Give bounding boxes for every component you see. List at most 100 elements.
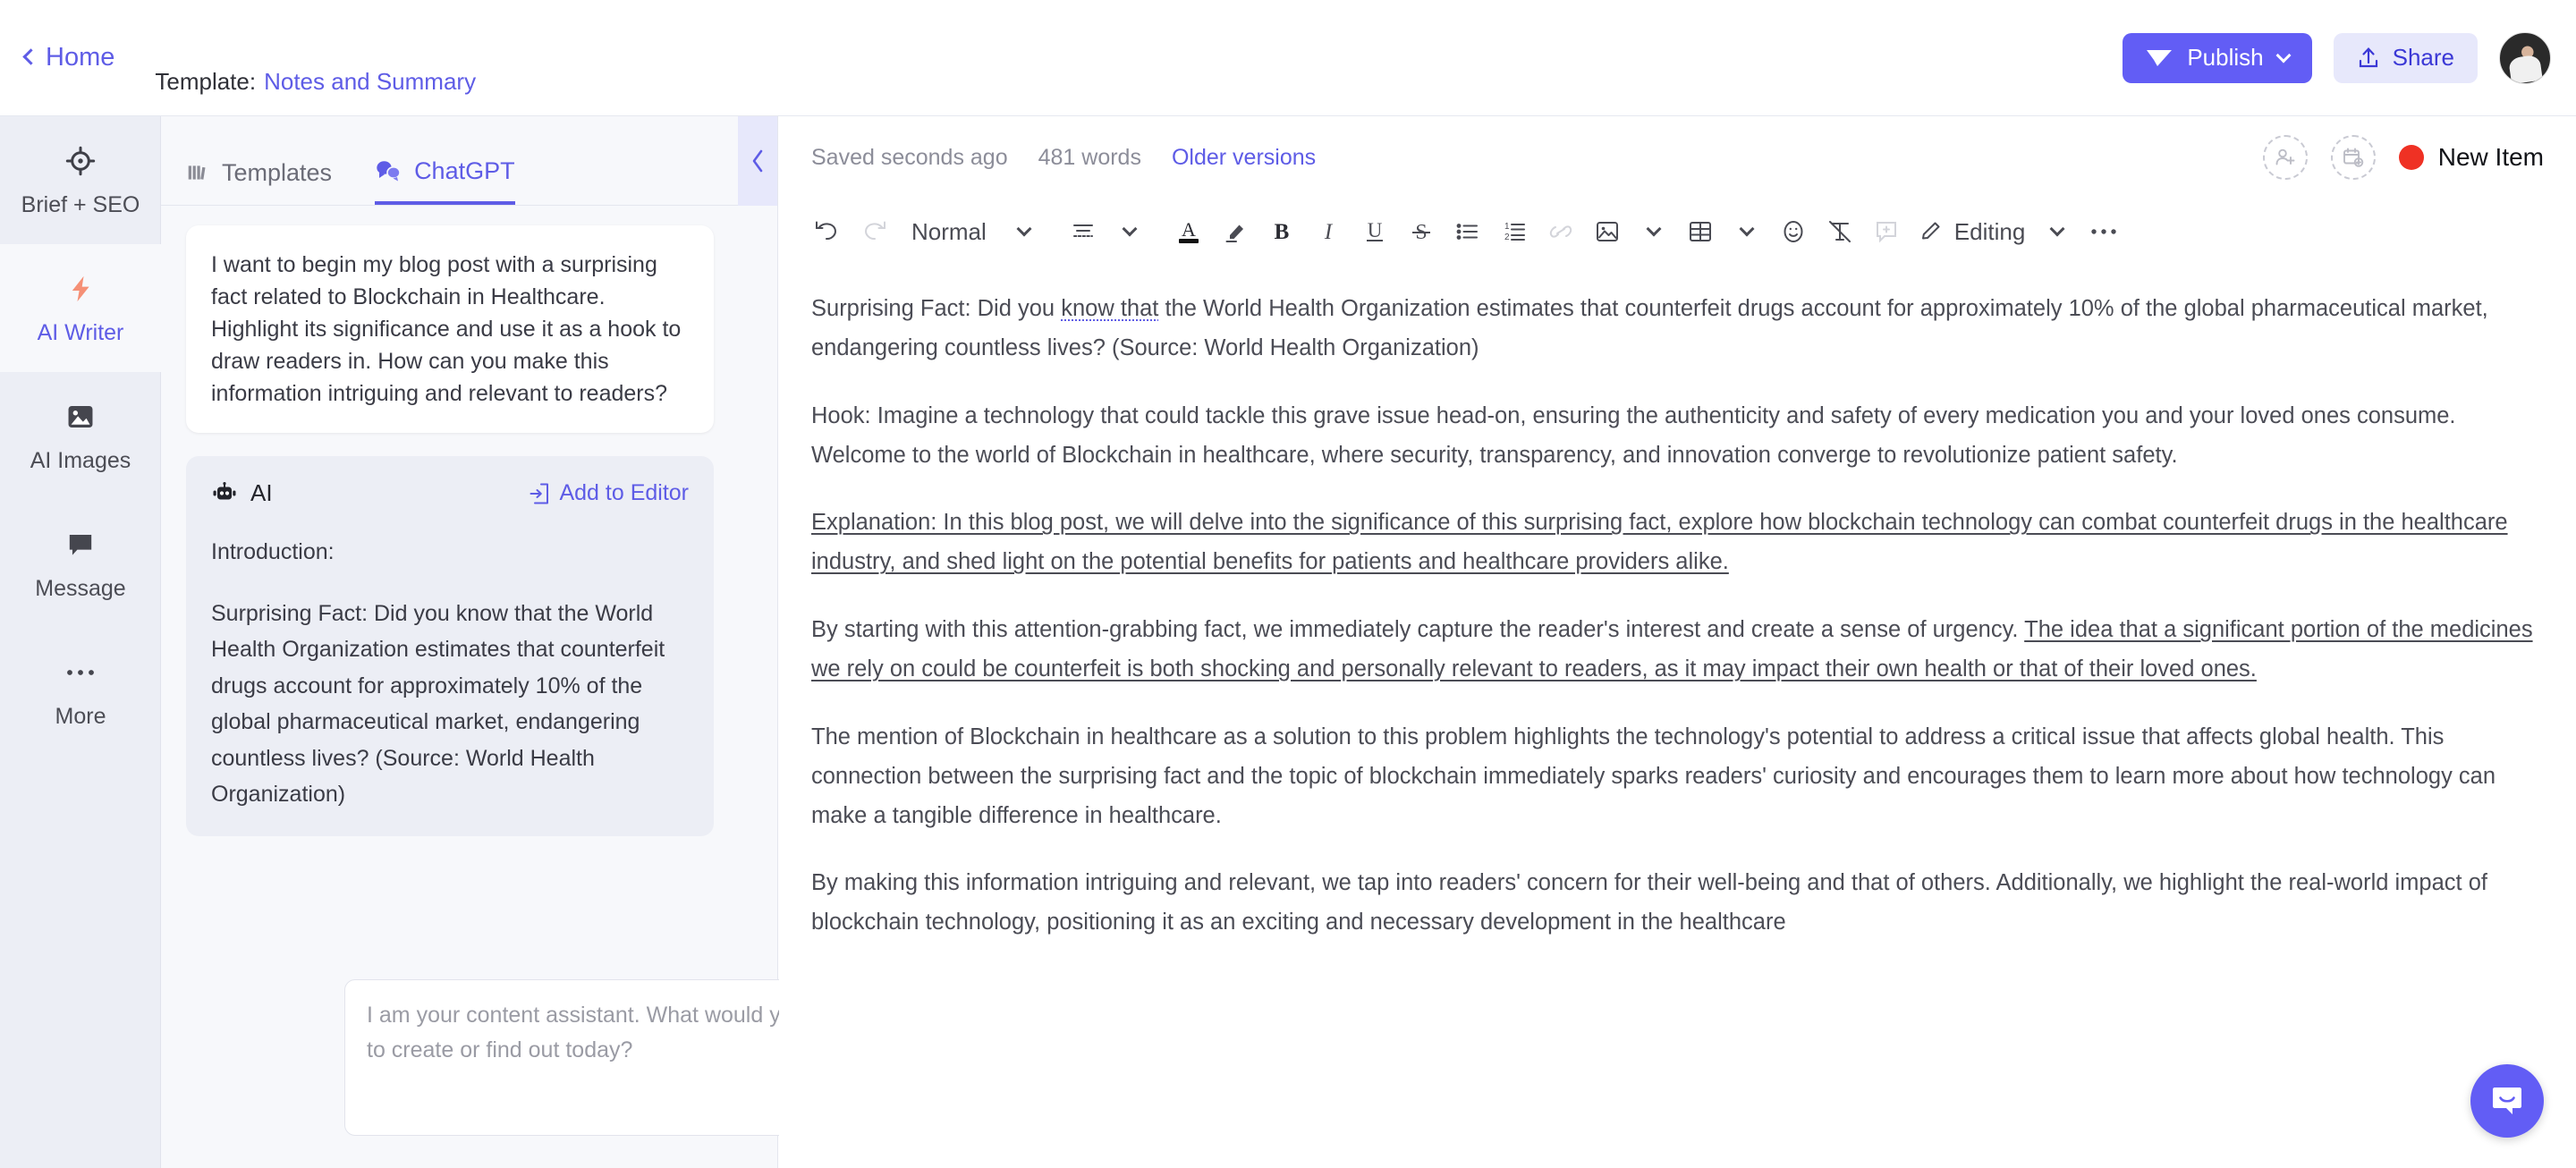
- svg-text:2: 2: [1504, 233, 1510, 242]
- text-style-chevron[interactable]: [1001, 208, 1047, 255]
- rail-label: More: [55, 704, 106, 729]
- tab-label: Templates: [222, 158, 333, 186]
- insert-table-button[interactable]: [1677, 208, 1724, 255]
- rail-item-more[interactable]: More: [0, 628, 161, 756]
- lightning-bolt-icon: [65, 270, 96, 308]
- share-button[interactable]: Share: [2333, 32, 2478, 83]
- highlight-button[interactable]: [1212, 208, 1258, 255]
- top-bar-actions: Publish Share: [2123, 31, 2551, 84]
- publish-label: Publish: [2187, 44, 2264, 71]
- emoji-button[interactable]: [1770, 208, 1817, 255]
- user-avatar[interactable]: [2499, 31, 2551, 84]
- template-name-link[interactable]: Notes and Summary: [264, 68, 476, 96]
- insert-image-button[interactable]: [1584, 208, 1631, 255]
- chat-message-list[interactable]: I want to begin my blog post with a surp…: [161, 206, 777, 993]
- numbered-list-button[interactable]: 1 2: [1491, 208, 1538, 255]
- clear-formatting-button[interactable]: [1817, 208, 1863, 255]
- svg-text:1: 1: [1504, 222, 1510, 232]
- add-calendar-button[interactable]: [2330, 135, 2376, 180]
- upload-icon: [2357, 46, 2380, 71]
- home-label: Home: [46, 43, 115, 72]
- redo-button[interactable]: [851, 208, 897, 255]
- chevron-down-icon: [1739, 221, 1755, 237]
- add-calendar-icon: [2342, 147, 2365, 169]
- editor-status-actions: New Item: [2262, 135, 2544, 180]
- older-versions-link[interactable]: Older versions: [1172, 145, 1316, 171]
- editor-status-bar: Saved seconds ago 481 words Older versio…: [779, 116, 2576, 199]
- tracked-change-run: Explanation: In this blog post, we will …: [811, 510, 2508, 575]
- home-back-link[interactable]: Home: [22, 43, 115, 72]
- chevron-down-icon: [2275, 47, 2292, 63]
- intercom-launcher[interactable]: [2470, 1064, 2544, 1138]
- bold-button[interactable]: B: [1258, 208, 1305, 255]
- chevron-down-icon: [2049, 221, 2065, 237]
- document-paragraph: The mention of Blockchain in healthcare …: [811, 718, 2544, 836]
- rail-label: AI Images: [30, 448, 131, 473]
- text-style-select[interactable]: Normal: [897, 208, 1001, 255]
- add-comment-button[interactable]: [1863, 208, 1910, 255]
- formatting-toolbar: Normal A B I U S 1 2 Editing: [779, 199, 2576, 265]
- rail-item-ai-writer[interactable]: AI Writer: [0, 244, 161, 372]
- text-run: By making this information intriguing an…: [811, 870, 2487, 935]
- collapse-panel-button[interactable]: [738, 116, 777, 206]
- chevron-down-icon: [1122, 221, 1138, 237]
- table-chevron[interactable]: [1724, 208, 1770, 255]
- rail-label: Brief + SEO: [21, 192, 140, 217]
- document-paragraph: Surprising Fact: Did you know that the W…: [811, 290, 2544, 368]
- underline-button[interactable]: U: [1352, 208, 1398, 255]
- align-button[interactable]: [1060, 208, 1106, 255]
- ai-paragraph: Surprising Fact: Did you know that the W…: [211, 600, 665, 808]
- rail-item-ai-images[interactable]: AI Images: [0, 372, 161, 500]
- publish-button[interactable]: Publish: [2123, 32, 2312, 83]
- speech-bubble-icon: [65, 526, 96, 563]
- status-dot-icon: [2398, 145, 2424, 170]
- target-icon: [64, 142, 97, 180]
- assistant-panel: Templates ChatGPT I want to begin my blo…: [161, 116, 890, 1168]
- more-options-button[interactable]: [2080, 208, 2127, 255]
- add-to-editor-label: Add to Editor: [559, 480, 689, 505]
- panel-tab-bar: Templates ChatGPT: [161, 116, 777, 206]
- status-badge[interactable]: New Item: [2398, 143, 2544, 172]
- tab-templates[interactable]: Templates: [186, 115, 332, 205]
- text-color-button[interactable]: A: [1165, 208, 1212, 255]
- chevron-down-icon: [1016, 221, 1032, 237]
- undo-button[interactable]: [804, 208, 851, 255]
- add-to-editor-button[interactable]: Add to Editor: [529, 480, 689, 506]
- editing-mode-button[interactable]: Editing: [1910, 208, 2035, 255]
- svg-text:I: I: [1324, 220, 1334, 244]
- left-icon-rail: Brief + SEO AI Writer AI Images Message: [0, 116, 161, 1168]
- add-to-document-icon: [529, 482, 550, 505]
- tab-label: ChatGPT: [414, 157, 515, 184]
- italic-button[interactable]: I: [1305, 208, 1352, 255]
- image-chevron[interactable]: [1631, 208, 1677, 255]
- svg-text:A: A: [1182, 218, 1196, 241]
- document-body[interactable]: Surprising Fact: Did you know that the W…: [779, 265, 2576, 1168]
- strikethrough-button[interactable]: S: [1398, 208, 1445, 255]
- rail-item-brief-seo[interactable]: Brief + SEO: [0, 116, 161, 244]
- editing-mode-chevron[interactable]: [2034, 208, 2080, 255]
- document-paragraph: By starting with this attention-grabbing…: [811, 611, 2544, 690]
- ellipsis-icon: [65, 654, 96, 691]
- word-count: 481 words: [1038, 144, 1141, 170]
- tab-chatgpt[interactable]: ChatGPT: [375, 115, 515, 205]
- top-bar: Home Template: Notes and Summary Publish…: [0, 0, 2576, 116]
- document-paragraph: Explanation: In this blog post, we will …: [811, 504, 2544, 582]
- chat-bubbles-icon: [375, 159, 402, 182]
- text-run: The mention of Blockchain in healthcare …: [811, 724, 2496, 828]
- add-user-icon: [2274, 147, 2297, 168]
- bullet-list-button[interactable]: [1445, 208, 1491, 255]
- svg-text:B: B: [1274, 220, 1289, 244]
- text-run: By starting with this attention-grabbing…: [811, 617, 2025, 643]
- share-label: Share: [2392, 44, 2454, 71]
- add-user-button[interactable]: [2262, 135, 2308, 180]
- link-button[interactable]: [1538, 208, 1584, 255]
- template-prefix-label: Template:: [155, 68, 257, 95]
- align-chevron[interactable]: [1106, 208, 1153, 255]
- image-icon: [65, 398, 96, 436]
- rail-item-message[interactable]: Message: [0, 500, 161, 628]
- document-paragraph: Hook: Imagine a technology that could ta…: [811, 397, 2544, 476]
- chevron-left-icon: [22, 48, 39, 65]
- status-label: New Item: [2437, 143, 2544, 171]
- ai-response-body: Introduction: Surprising Fact: Did you k…: [211, 534, 689, 813]
- chevron-down-icon: [1646, 221, 1662, 237]
